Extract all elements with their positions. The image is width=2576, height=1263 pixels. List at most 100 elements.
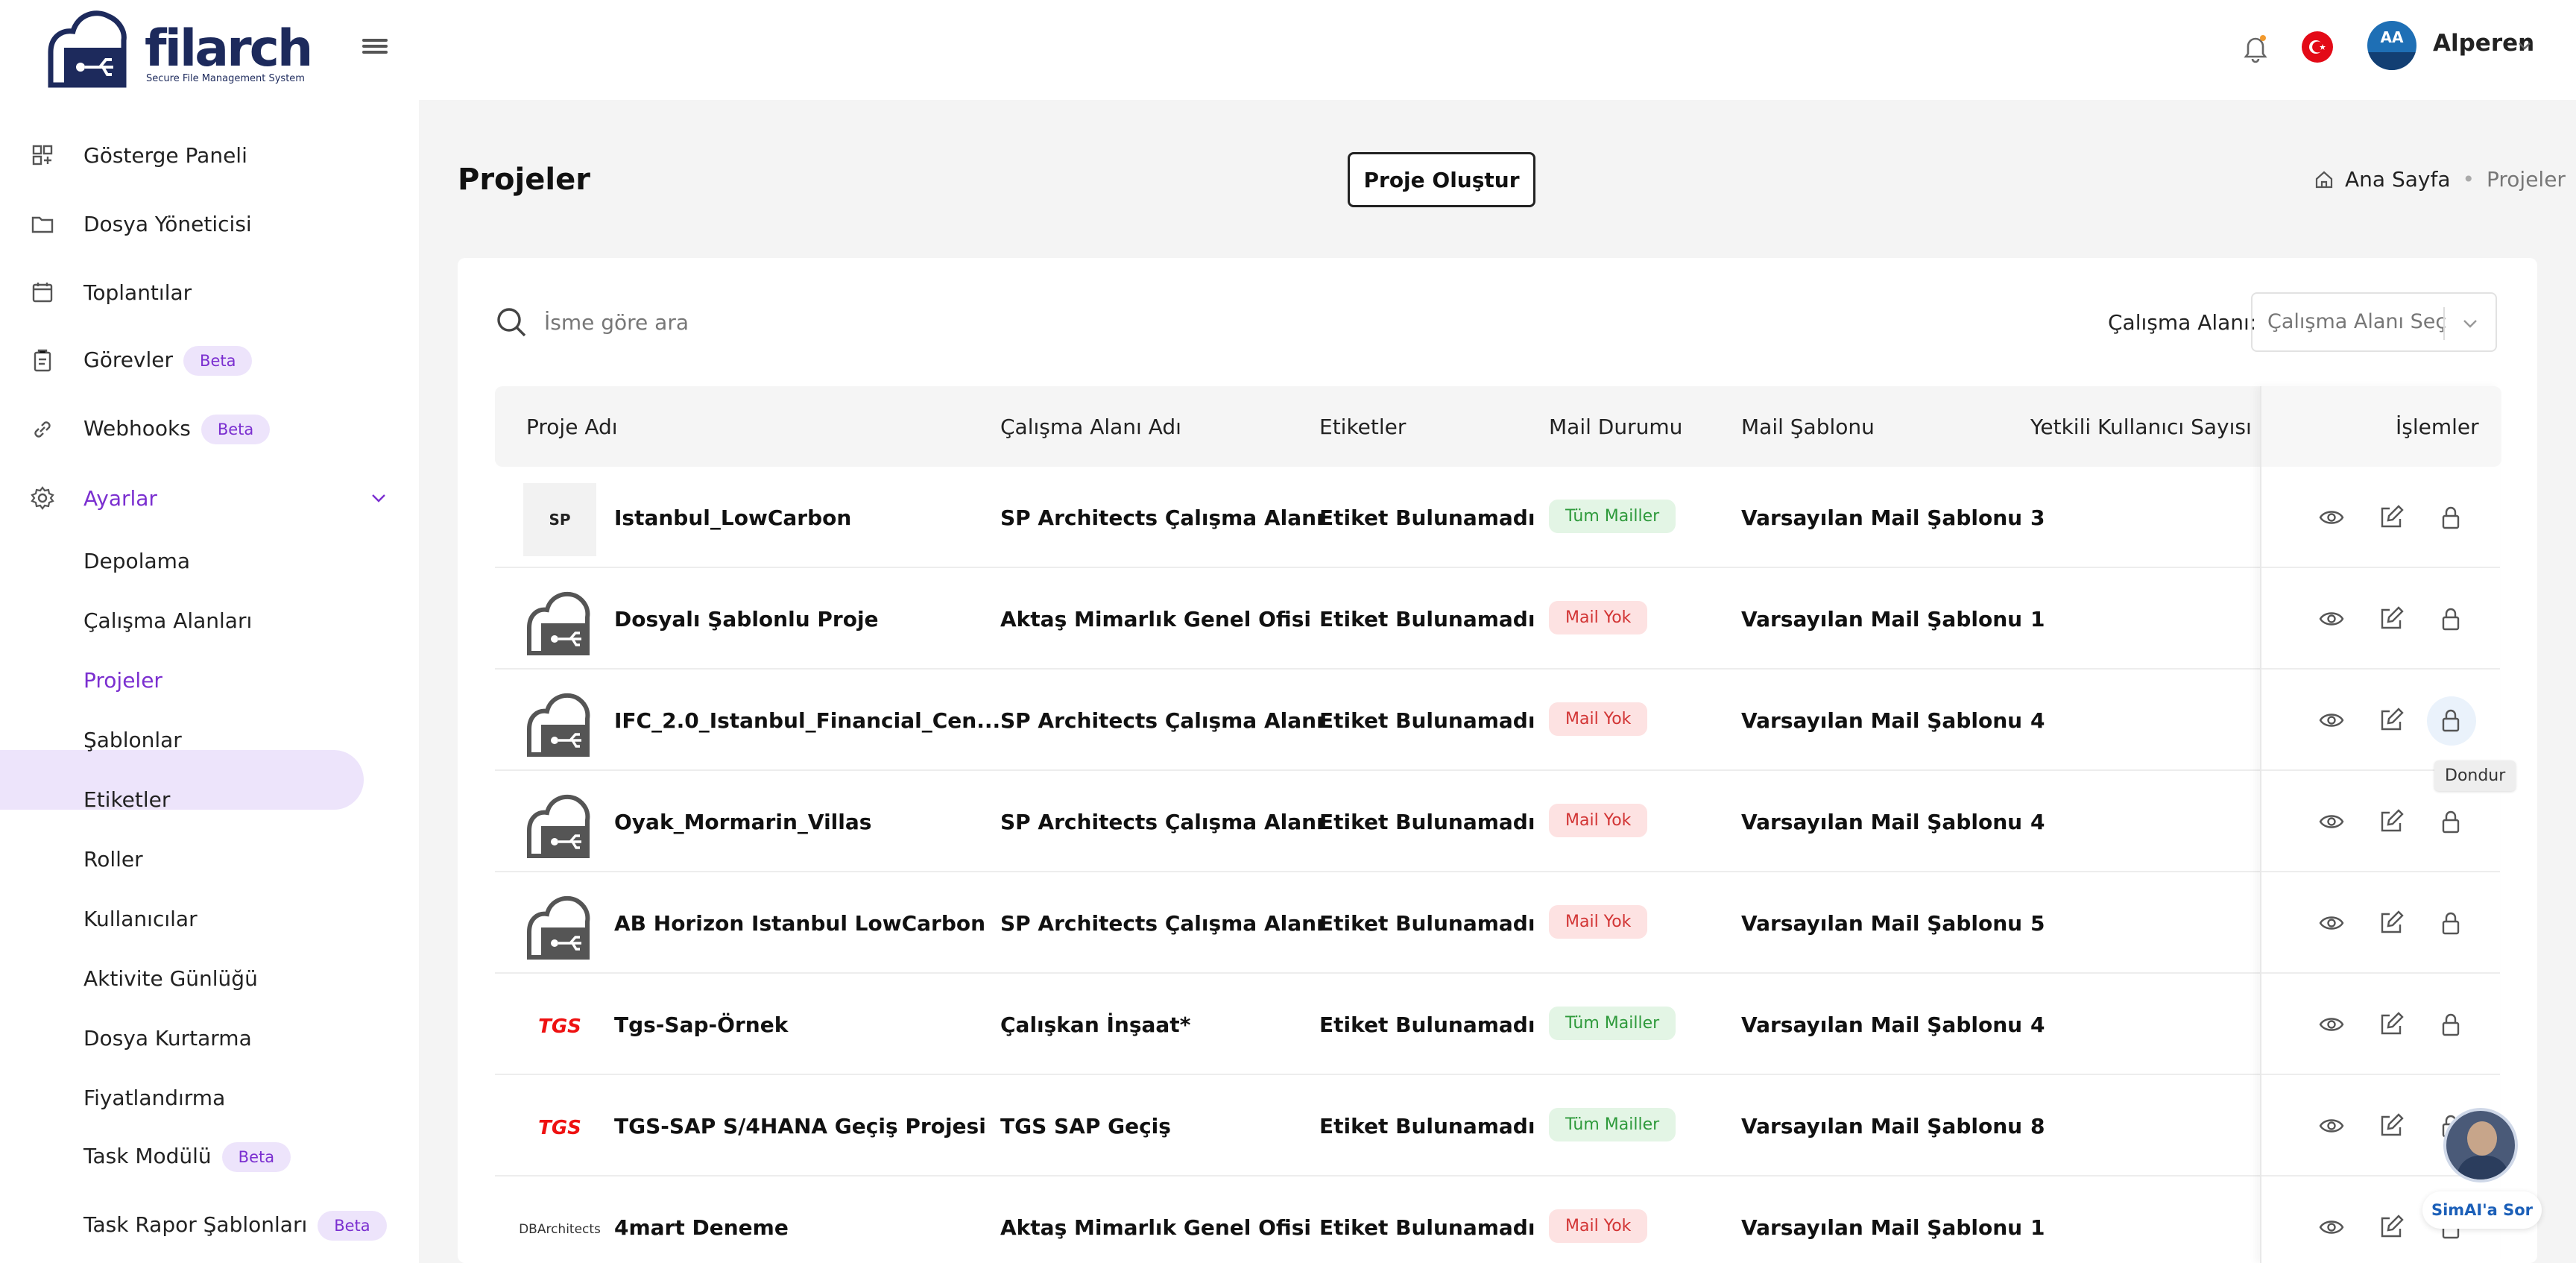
sidebar-subitem-task-report-templates[interactable]: Task Rapor Şablonları Beta bbox=[0, 1202, 419, 1262]
column-header-mail-template[interactable]: Mail Şablonu bbox=[1741, 415, 1875, 439]
sidebar-subitem-label: Depolama bbox=[83, 549, 191, 573]
sidebar-subitem-pricing[interactable]: Fiyatlandırma bbox=[0, 1069, 419, 1129]
workspace-name: SP Architects Çalışma Alanı bbox=[1000, 911, 1324, 936]
mail-status-badge: Tüm Mailler bbox=[1549, 500, 1676, 533]
breadcrumb-current: Projeler bbox=[2487, 167, 2566, 192]
ai-assistant-avatar[interactable] bbox=[2443, 1108, 2518, 1182]
breadcrumb-home[interactable]: Ana Sayfa bbox=[2345, 167, 2450, 192]
ask-ai-button[interactable]: SimAI'a Sor bbox=[2422, 1191, 2542, 1229]
dashboard-icon bbox=[32, 145, 53, 166]
sidebar-subitem-label: Etiketler bbox=[83, 787, 171, 812]
project-name[interactable]: Istanbul_LowCarbon bbox=[614, 505, 851, 530]
column-header-mail-status[interactable]: Mail Durumu bbox=[1549, 415, 1682, 439]
user-count-cell: 1 bbox=[2030, 607, 2045, 632]
sidebar-item-label: Toplantılar bbox=[83, 280, 192, 305]
table-row[interactable]: TGS Tgs-Sap-Örnek Çalışkan İnşaat* Etiket B… bbox=[495, 974, 2500, 1075]
create-project-button[interactable]: Proje Oluştur bbox=[1348, 152, 1535, 207]
tags-cell: Etiket Bulunamadı bbox=[1319, 1215, 1535, 1240]
sidebar-subitem-activity-log[interactable]: Aktivite Günlüğü bbox=[0, 950, 419, 1010]
user-count-cell: 4 bbox=[2030, 810, 2045, 834]
sidebar-item-label: Dosya Yöneticisi bbox=[83, 211, 252, 236]
table-row[interactable]: AB Horizon Istanbul LowCarbon SP Architec… bbox=[495, 872, 2500, 974]
tags-cell: Etiket Bulunamadı bbox=[1319, 708, 1535, 733]
tags-cell: Etiket Bulunamadı bbox=[1319, 505, 1535, 530]
sidebar-subitem-label: Task Rapor Şablonları Beta bbox=[83, 1211, 387, 1241]
cloud-logo-icon bbox=[48, 10, 127, 88]
table-row[interactable]: DBArchitects 4mart Deneme Aktaş Mimarlık G… bbox=[495, 1177, 2500, 1263]
select-separator bbox=[2443, 307, 2445, 340]
sidebar-subitem-label: Dosya Kurtarma bbox=[83, 1026, 252, 1051]
sidebar-item-meetings[interactable]: Toplantılar bbox=[0, 262, 419, 322]
mail-status-badge: Tüm Mailler bbox=[1549, 1007, 1676, 1040]
sidebar-subitem-label: Projeler bbox=[83, 668, 162, 693]
menu-toggle-icon[interactable] bbox=[362, 36, 388, 61]
project-thumbnail bbox=[523, 585, 596, 658]
calendar-icon bbox=[32, 283, 53, 303]
table-row[interactable]: SP Istanbul_LowCarbon SP Architects Çalışm… bbox=[495, 467, 2500, 568]
sidebar-item-file-manager[interactable]: Dosya Yöneticisi bbox=[0, 194, 419, 253]
breadcrumb-separator: • bbox=[2462, 167, 2475, 192]
home-icon[interactable] bbox=[2314, 169, 2334, 190]
sidebar-subitem-roles[interactable]: Roller bbox=[0, 831, 419, 890]
sidebar-item-settings[interactable]: Ayarlar bbox=[0, 468, 419, 528]
user-count-cell: 3 bbox=[2030, 505, 2045, 530]
sidebar-subitem-tags[interactable]: Etiketler bbox=[0, 771, 419, 831]
language-flag-icon[interactable] bbox=[2302, 31, 2333, 63]
notification-bell-icon[interactable] bbox=[2239, 31, 2272, 64]
mail-status-badge: Mail Yok bbox=[1549, 1209, 1648, 1243]
sidebar-item-tasks[interactable]: Görevler Beta bbox=[0, 331, 419, 391]
tags-cell: Etiket Bulunamadı bbox=[1319, 607, 1535, 632]
thumbnail-text: TGS bbox=[538, 1015, 581, 1038]
sidebar-subitem-text: Task Modülü bbox=[83, 1144, 212, 1168]
project-thumbnail: DBArchitects bbox=[519, 1193, 601, 1263]
link-icon bbox=[34, 421, 51, 438]
freeze-tooltip: Dondur bbox=[2434, 760, 2516, 791]
mail-template-cell: Varsayılan Mail Şablonu bbox=[1741, 607, 2023, 632]
workspace-select-value: Çalışma Alanı Seç bbox=[2267, 310, 2447, 333]
project-name[interactable]: IFC_2.0_Istanbul_Financial_Cen... bbox=[614, 708, 1000, 733]
logo-wordmark: filarch bbox=[145, 19, 313, 78]
breadcrumb: Ana Sayfa • Projeler bbox=[2314, 167, 2566, 192]
column-header-workspace-name[interactable]: Çalışma Alanı Adı bbox=[1000, 415, 1181, 439]
mail-template-cell: Varsayılan Mail Şablonu bbox=[1741, 810, 2023, 834]
project-name[interactable]: 4mart Deneme bbox=[614, 1215, 789, 1240]
sidebar-subitem-storage[interactable]: Depolama bbox=[0, 532, 419, 592]
project-name[interactable]: TGS-SAP S/4HANA Geçiş Projesi bbox=[614, 1114, 986, 1138]
user-avatar[interactable]: AA bbox=[2367, 21, 2416, 70]
table-header: Proje Adı Çalışma Alanı Adı Etiketler Ma… bbox=[495, 386, 2500, 467]
project-name[interactable]: Tgs-Sap-Örnek bbox=[614, 1012, 788, 1037]
table-row[interactable]: TGS TGS-SAP S/4HANA Geçiş Projesi TGS SAP … bbox=[495, 1075, 2500, 1177]
sidebar-subitem-workspaces[interactable]: Çalışma Alanları bbox=[0, 592, 419, 652]
project-name[interactable]: AB Horizon Istanbul LowCarbon bbox=[614, 911, 985, 936]
folder-icon bbox=[31, 216, 54, 233]
sidebar-subitem-projects[interactable]: Projeler bbox=[0, 652, 419, 711]
sidebar-subitem-label: Fiyatlandırma bbox=[83, 1086, 226, 1110]
sidebar-subitem-file-recovery[interactable]: Dosya Kurtarma bbox=[0, 1010, 419, 1069]
table-row[interactable]: Dosyalı Şablonlu Proje Aktaş Mimarlık Gen… bbox=[495, 568, 2500, 670]
sidebar-item-label: Gösterge Paneli bbox=[83, 142, 247, 168]
sidebar-item-webhooks[interactable]: Webhooks Beta bbox=[0, 400, 419, 459]
filarch-logo[interactable]: filarch Secure File Management System bbox=[42, 4, 313, 92]
sidebar-subitem-templates[interactable]: Şablonlar bbox=[0, 711, 419, 771]
sidebar-subitem-task-module[interactable]: Task Modülü Beta bbox=[0, 1132, 419, 1191]
search-input[interactable] bbox=[544, 303, 1215, 341]
column-header-tags[interactable]: Etiketler bbox=[1319, 415, 1406, 439]
sidebar-subitem-users[interactable]: Kullanıcılar bbox=[0, 890, 419, 950]
column-header-project-name[interactable]: Proje Adı bbox=[526, 415, 618, 439]
beta-badge: Beta bbox=[201, 415, 271, 444]
workspace-name: SP Architects Çalışma Alanı bbox=[1000, 810, 1324, 834]
beta-badge: Beta bbox=[183, 346, 253, 376]
user-menu-chevron-icon[interactable] bbox=[2515, 36, 2534, 55]
table-row[interactable]: Oyak_Mormarin_Villas SP Architects Çalışm… bbox=[495, 771, 2500, 872]
workspace-select[interactable]: Çalışma Alanı Seç bbox=[2251, 292, 2497, 352]
sidebar-item-dashboard[interactable]: Gösterge Paneli bbox=[0, 125, 419, 185]
sidebar-subitem-label: Şablonlar bbox=[83, 728, 182, 752]
table-row[interactable]: IFC_2.0_Istanbul_Financial_Cen... SP Arch… bbox=[495, 670, 2500, 771]
projects-card: Çalışma Alanı: Çalışma Alanı Seç Proje A… bbox=[458, 258, 2537, 1263]
chevron-down-icon bbox=[2463, 320, 2477, 328]
project-name[interactable]: Dosyalı Şablonlu Proje bbox=[614, 607, 879, 632]
thumbnail-text: DBArchitects bbox=[519, 1222, 601, 1237]
sidebar-item-text: Görevler bbox=[83, 347, 174, 372]
project-name[interactable]: Oyak_Mormarin_Villas bbox=[614, 810, 871, 834]
column-header-authorized-user-count[interactable]: Yetkili Kullanıcı Sayısı bbox=[2030, 415, 2252, 439]
